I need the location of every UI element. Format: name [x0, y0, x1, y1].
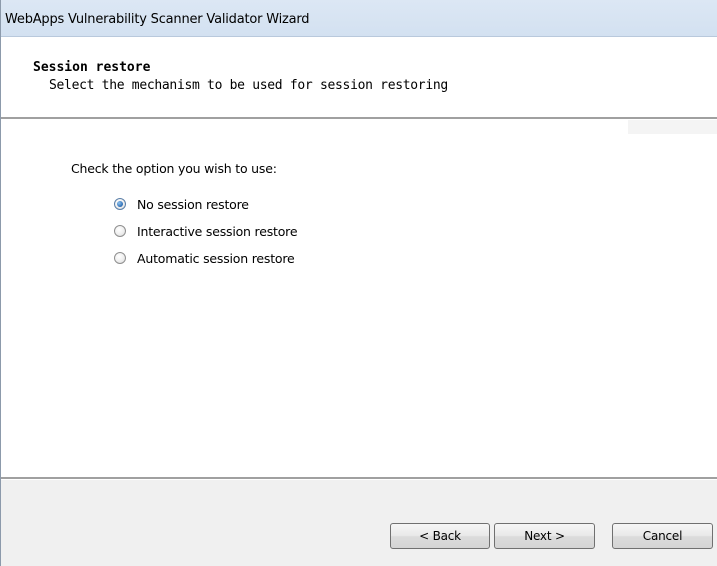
radio-button-icon[interactable]	[114, 252, 126, 264]
wizard-window: WebApps Vulnerability Scanner Validator …	[0, 0, 717, 566]
next-button[interactable]: Next >	[494, 523, 595, 549]
radio-button-icon[interactable]	[114, 225, 126, 237]
option-automatic-session-restore[interactable]: Automatic session restore	[114, 248, 295, 268]
option-label[interactable]: Interactive session restore	[137, 224, 298, 239]
title-bar[interactable]: WebApps Vulnerability Scanner Validator …	[1, 0, 717, 37]
radio-button-icon[interactable]	[114, 198, 126, 210]
page-subtitle: Select the mechanism to be used for sess…	[49, 78, 448, 93]
option-label[interactable]: No session restore	[137, 197, 249, 212]
instruction-text: Check the option you wish to use:	[71, 161, 277, 176]
window-title: WebApps Vulnerability Scanner Validator …	[5, 12, 310, 27]
option-interactive-session-restore[interactable]: Interactive session restore	[114, 221, 298, 241]
content-shade	[628, 120, 717, 134]
cancel-button[interactable]: Cancel	[612, 523, 713, 549]
wizard-content: Check the option you wish to use: No ses…	[1, 120, 717, 477]
option-label[interactable]: Automatic session restore	[137, 251, 295, 266]
option-no-session-restore[interactable]: No session restore	[114, 194, 249, 214]
back-button[interactable]: < Back	[390, 523, 490, 549]
wizard-footer: < Back Next > Cancel	[1, 480, 717, 566]
page-title: Session restore	[33, 60, 151, 75]
wizard-header: Session restore Select the mechanism to …	[1, 37, 717, 117]
